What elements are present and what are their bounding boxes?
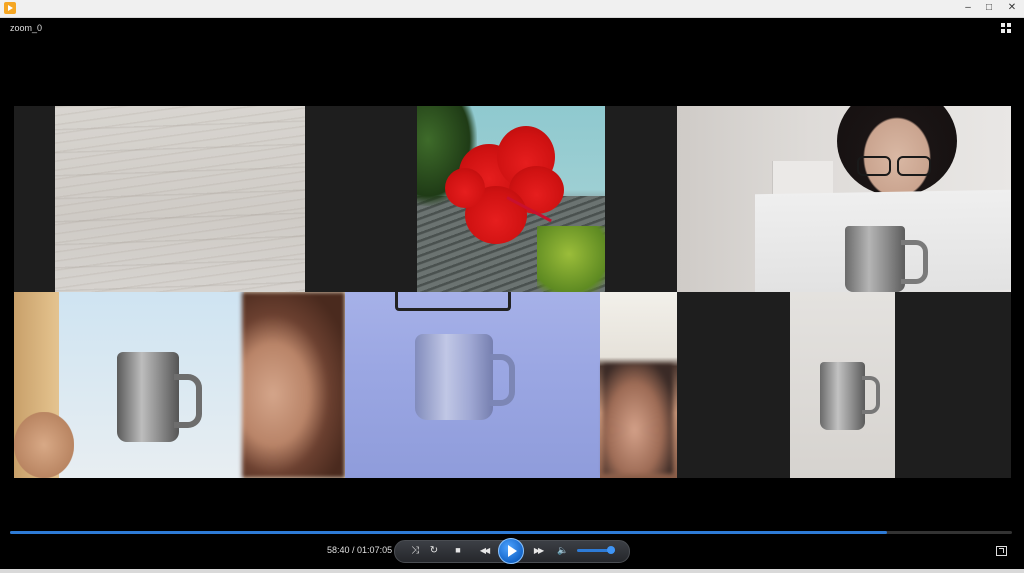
window-bottom-edge: [0, 569, 1024, 573]
participant-tile-blue-board: [345, 292, 677, 478]
close-button[interactable]: ✕: [1000, 0, 1024, 17]
minimize-button[interactable]: –: [958, 0, 978, 17]
shuffle-icon[interactable]: ⤨: [407, 543, 423, 558]
participant-tile-mug-drawing-left: [14, 292, 345, 478]
media-player-window: – □ ✕ zoom_0 58:40 / 01:07:05 ⤨ ↻ ■ ◀◀ ▶…: [0, 0, 1024, 573]
mug-drawing: [117, 352, 179, 442]
elapsed-time: 58:40: [327, 545, 350, 555]
repeat-icon[interactable]: ↻: [426, 543, 442, 558]
blurred-face: [603, 364, 673, 474]
seek-bar[interactable]: [10, 531, 1012, 534]
fullscreen-icon[interactable]: [996, 546, 1007, 556]
time-display: 58:40 / 01:07:05: [327, 545, 392, 555]
fast-forward-icon[interactable]: ▶▶: [526, 543, 550, 558]
mug-drawing: [820, 362, 865, 430]
wood-surface-image: [55, 106, 305, 292]
seek-progress: [10, 531, 887, 534]
video-area[interactable]: zoom_0: [3, 18, 1019, 526]
volume-icon[interactable]: 🔈: [555, 543, 571, 558]
mug-drawing: [845, 226, 905, 292]
video-title: zoom_0: [10, 23, 43, 33]
rewind-icon[interactable]: ◀◀: [471, 543, 497, 558]
total-duration: 01:07:05: [357, 545, 393, 555]
grid-view-icon[interactable]: [1001, 23, 1011, 33]
app-icon[interactable]: [4, 2, 16, 14]
participant-tile-wood: [14, 106, 405, 292]
blurred-face: [242, 292, 345, 478]
time-separator: /: [349, 545, 358, 555]
participant-tile-mug-drawing-right: [677, 292, 1011, 478]
participant-tile-person-mug: [677, 106, 1011, 292]
stop-icon[interactable]: ■: [450, 543, 466, 558]
title-bar: – □ ✕: [0, 0, 1024, 18]
volume-slider-handle[interactable]: [607, 546, 615, 554]
participant-tile-flower: [405, 106, 677, 292]
maximize-button[interactable]: □: [979, 0, 999, 17]
play-icon[interactable]: [498, 538, 524, 564]
mug-drawing: [415, 334, 493, 420]
hibiscus-image: [417, 106, 605, 292]
